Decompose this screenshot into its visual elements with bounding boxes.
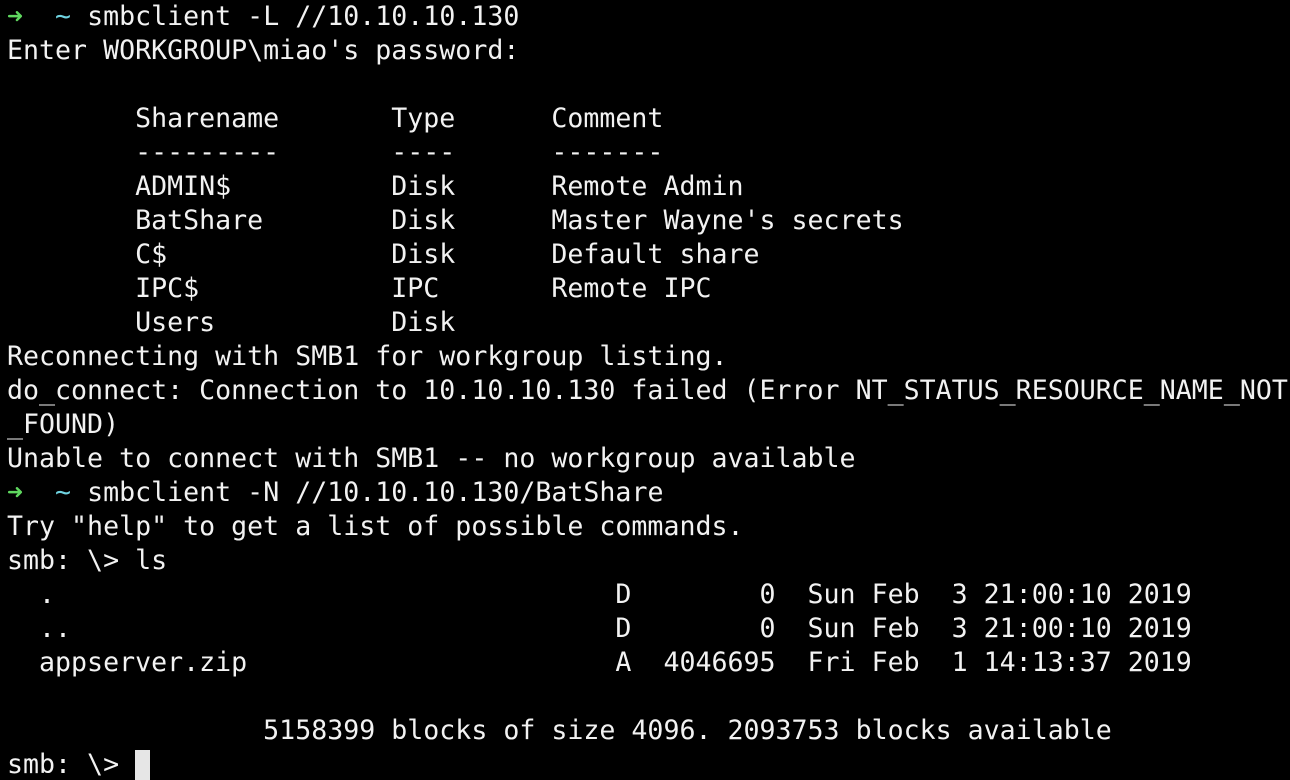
text-cursor[interactable]	[135, 750, 151, 780]
command-text: smbclient -L //10.10.10.130	[87, 1, 520, 32]
output-line: Try "help" to get a list of possible com…	[7, 511, 744, 542]
password-prompt: Enter WORKGROUP\miao's password:	[7, 35, 520, 66]
command-line-2: ➜ ~ smbclient -N //10.10.10.130/BatShare	[7, 476, 1290, 510]
smb-prompt-line[interactable]: smb: \>	[7, 748, 1290, 780]
error-line-wrap: _FOUND)	[7, 409, 120, 440]
file-listing-row: appserver.zip A 4046695 Fri Feb 1 14:13:…	[7, 647, 1192, 678]
share-row: ADMIN$ Disk Remote Admin	[7, 171, 744, 202]
share-row: IPC$ IPC Remote IPC	[7, 273, 712, 304]
terminal-window[interactable]: ➜ ~ smbclient -L //10.10.10.130 Enter WO…	[0, 0, 1290, 780]
share-row: Users Disk	[7, 307, 456, 338]
smb-command-line: smb: \> ls	[7, 545, 168, 576]
share-table-separator: --------- ---- -------	[7, 137, 664, 168]
file-listing-row: . D 0 Sun Feb 3 21:00:10 2019	[7, 579, 1192, 610]
prompt-home-dir: ~	[55, 1, 72, 32]
blocks-summary: 5158399 blocks of size 4096. 2093753 blo…	[7, 715, 1112, 746]
share-table-header: Sharename Type Comment	[7, 103, 664, 134]
prompt-arrow-icon: ➜	[7, 1, 24, 32]
share-row: BatShare Disk Master Wayne's secrets	[7, 205, 904, 236]
prompt-home-dir: ~	[55, 477, 72, 508]
file-listing-row: .. D 0 Sun Feb 3 21:00:10 2019	[7, 613, 1192, 644]
command-text: smbclient -N //10.10.10.130/BatShare	[87, 477, 664, 508]
smb-prompt: smb: \>	[7, 749, 136, 780]
output-line: Reconnecting with SMB1 for workgroup lis…	[7, 341, 728, 372]
prompt-arrow-icon: ➜	[7, 477, 24, 508]
share-row: C$ Disk Default share	[7, 239, 760, 270]
output-line: Unable to connect with SMB1 -- no workgr…	[7, 443, 856, 474]
command-line-1: ➜ ~ smbclient -L //10.10.10.130	[7, 0, 1290, 34]
error-line: do_connect: Connection to 10.10.10.130 f…	[7, 375, 1288, 406]
